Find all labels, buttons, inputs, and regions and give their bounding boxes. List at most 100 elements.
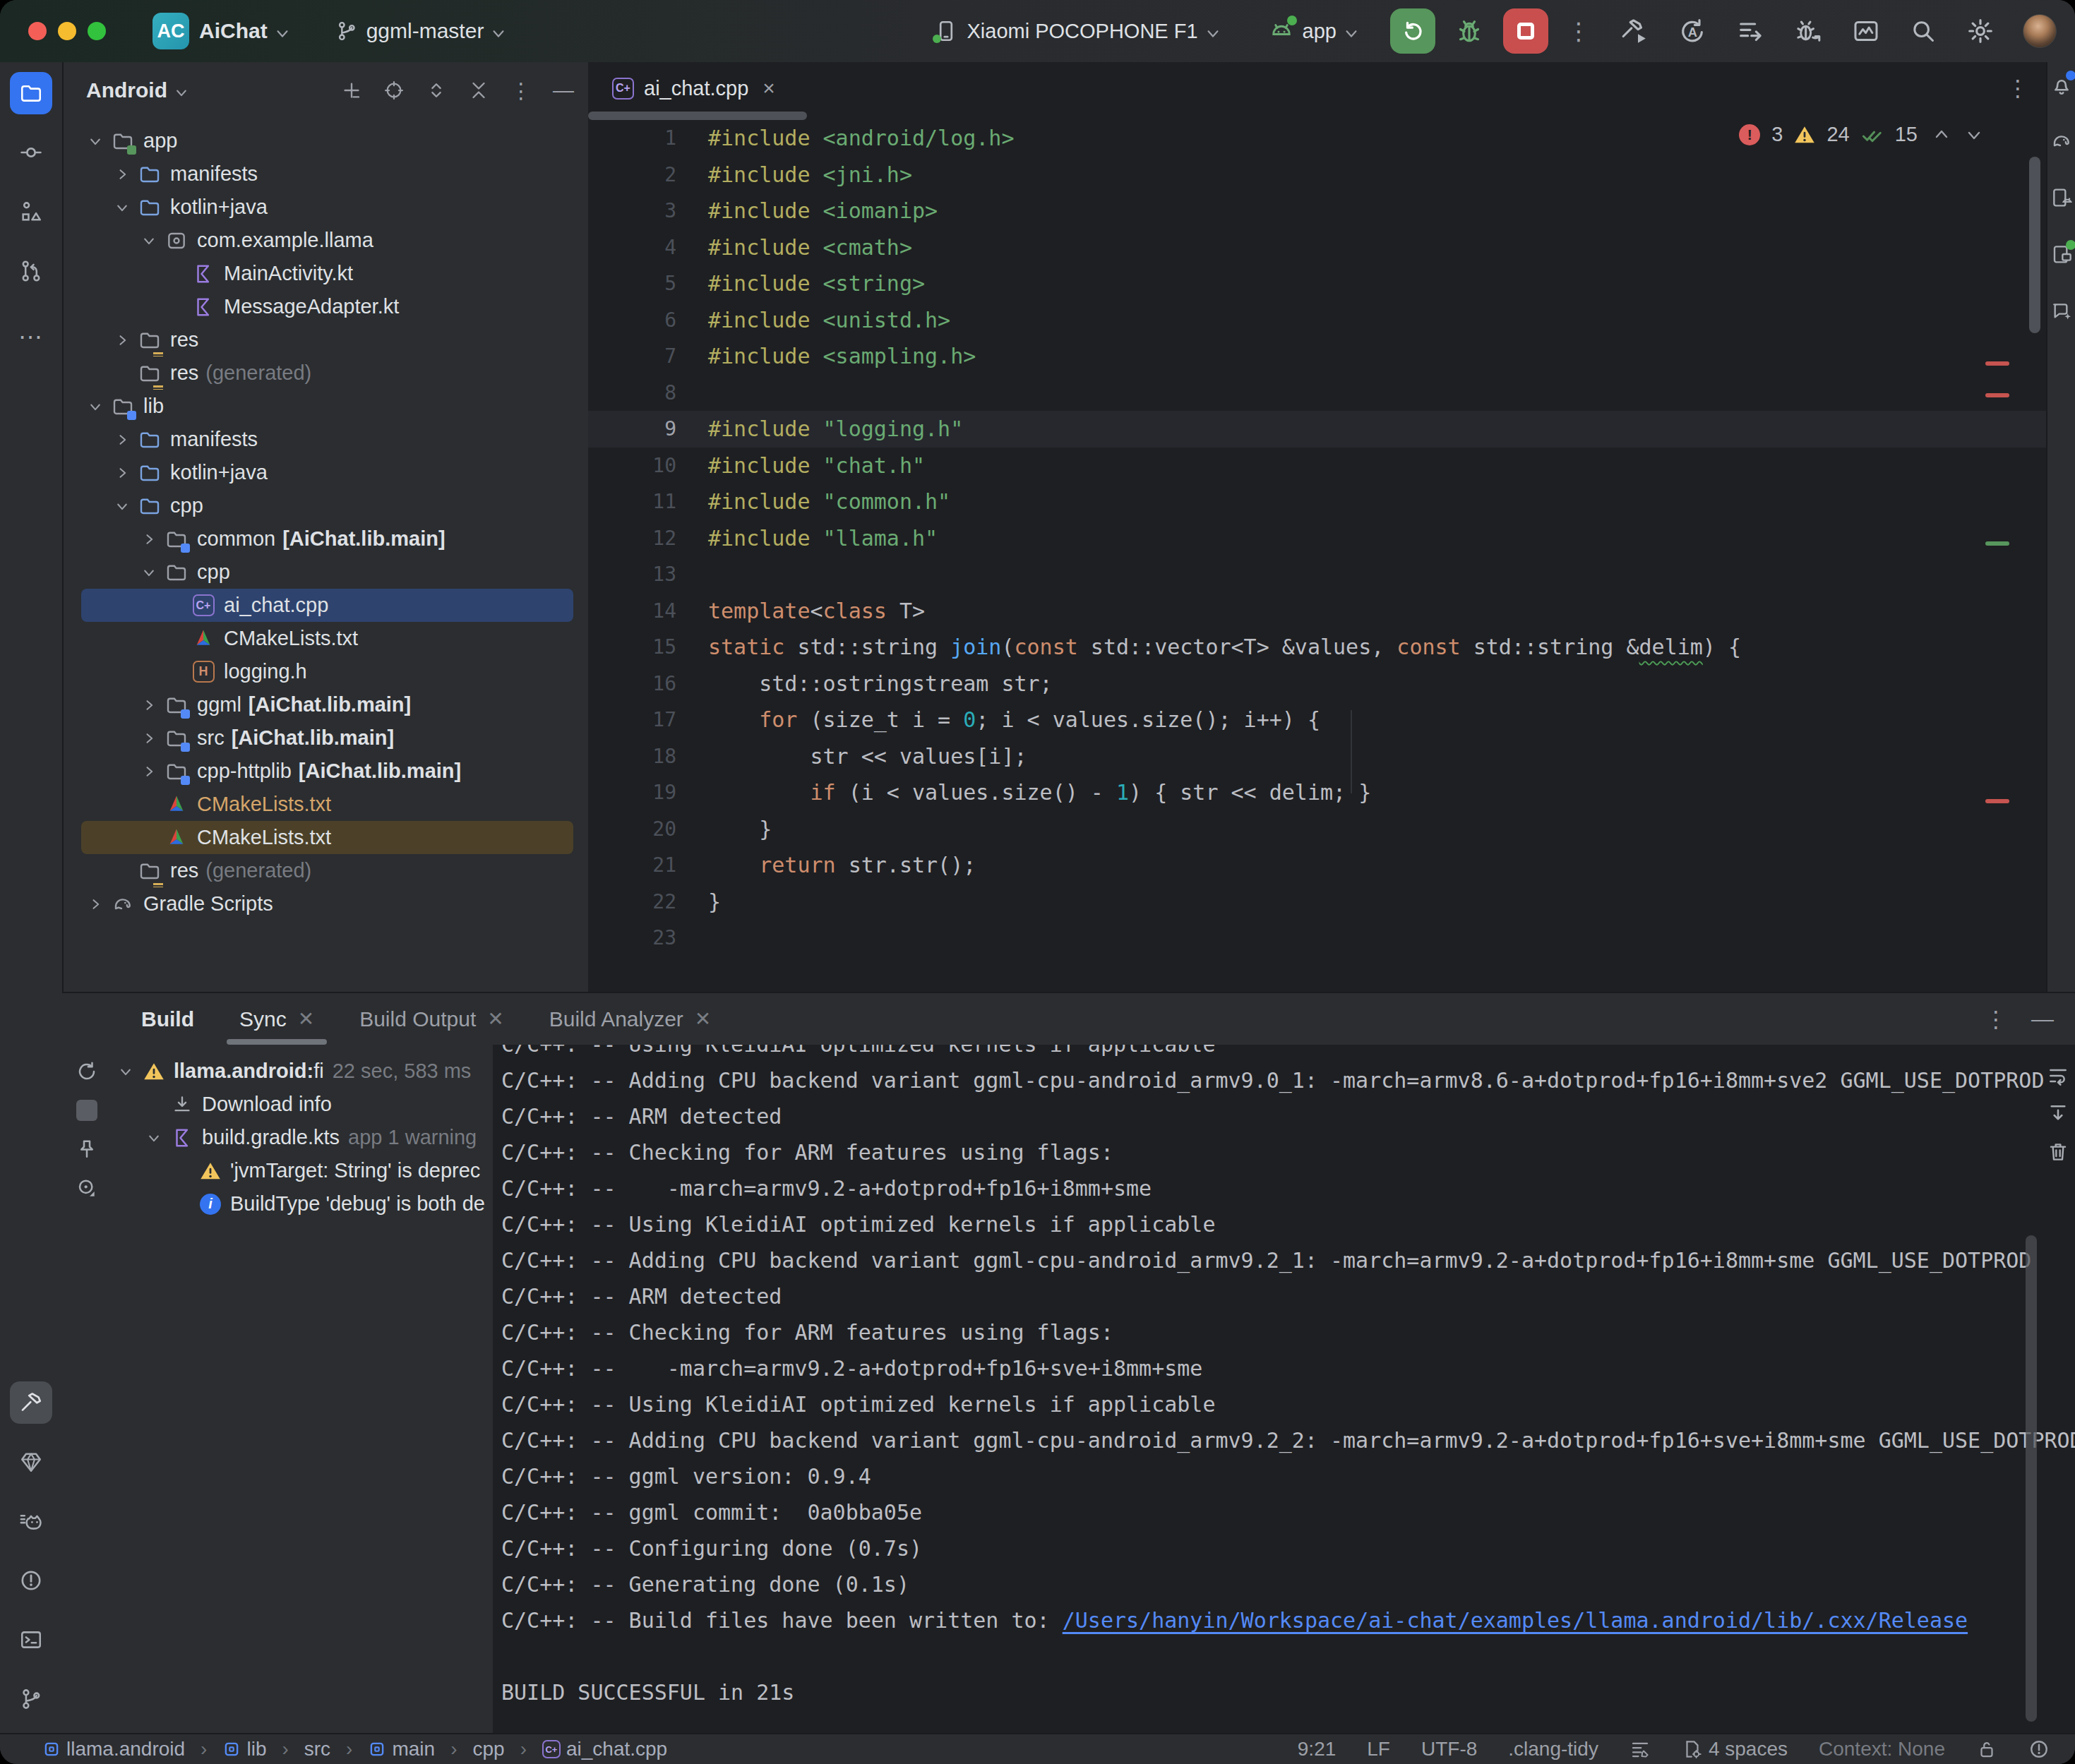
- chevron-collapsed-icon[interactable]: [136, 764, 162, 779]
- chevron-expanded-icon[interactable]: [109, 499, 136, 513]
- prev-problem-icon[interactable]: [1933, 126, 1950, 143]
- locate-file-icon[interactable]: [383, 80, 405, 101]
- breadcrumb-item[interactable]: main: [368, 1738, 435, 1760]
- build-window-title[interactable]: Build: [141, 1007, 194, 1031]
- soft-wrap-icon[interactable]: [2047, 1064, 2069, 1087]
- hide-panel-icon[interactable]: —: [553, 78, 574, 102]
- clear-console-icon[interactable]: [2047, 1141, 2069, 1163]
- running-devices-tool-button[interactable]: [2050, 243, 2073, 265]
- close-tab-icon[interactable]: ×: [763, 76, 775, 100]
- next-problem-icon[interactable]: [1966, 126, 1983, 143]
- stop-sync-icon[interactable]: [76, 1100, 97, 1121]
- profiler-icon[interactable]: [1852, 17, 1880, 45]
- build-tree-item[interactable]: iBuildType 'debug' is both de: [112, 1187, 493, 1220]
- breadcrumb-item[interactable]: C+ai_chat.cpp: [542, 1738, 667, 1760]
- tree-item-res[interactable]: res: [81, 323, 573, 356]
- build-tree-item[interactable]: build.gradle.ktsapp 1 warning: [112, 1121, 493, 1154]
- editor-tab[interactable]: C+ ai_chat.cpp ×: [605, 76, 782, 100]
- zoom-window-button[interactable]: [88, 22, 106, 40]
- tree-item-logging-h[interactable]: Hlogging.h: [81, 655, 573, 688]
- tab-build-analyzer[interactable]: Build Analyzer✕: [549, 993, 712, 1045]
- pin-icon[interactable]: [76, 1138, 98, 1160]
- console-link[interactable]: /Users/hanyin/Workspace/ai-chat/examples…: [1063, 1608, 1968, 1633]
- tree-item-manifests[interactable]: manifests: [81, 157, 573, 191]
- vcs-branch-widget[interactable]: ggml-master: [335, 19, 513, 43]
- more-run-options-icon[interactable]: ⋮: [1567, 17, 1591, 45]
- expand-all-icon[interactable]: [426, 80, 447, 101]
- tree-item-ggml[interactable]: ggml [AiChat.lib.main]: [81, 688, 573, 721]
- tree-item-cmakelists-txt[interactable]: CMakeLists.txt: [81, 821, 573, 854]
- lock-icon[interactable]: [1976, 1739, 1997, 1760]
- tree-item-ai-chat-cpp[interactable]: C+ai_chat.cpp: [81, 589, 573, 622]
- chevron-expanded-icon[interactable]: [82, 134, 109, 148]
- tree-item-lib[interactable]: lib: [81, 390, 573, 423]
- chevron-expanded-icon[interactable]: [109, 200, 136, 215]
- resync-icon[interactable]: [76, 1060, 98, 1083]
- breadcrumb-item[interactable]: llama.android: [42, 1738, 185, 1760]
- encoding[interactable]: UTF-8: [1421, 1738, 1477, 1760]
- project-view-selector[interactable]: Android: [86, 78, 167, 102]
- collapse-all-icon[interactable]: [468, 80, 489, 101]
- build-options-icon[interactable]: ⋮: [1985, 1006, 2007, 1033]
- device-manager-tool-button[interactable]: [2050, 186, 2073, 209]
- breadcrumb-item[interactable]: src: [304, 1738, 330, 1760]
- debug-button[interactable]: [1455, 17, 1483, 45]
- alert-icon[interactable]: [2028, 1739, 2050, 1760]
- close-tab-icon[interactable]: ✕: [695, 1007, 711, 1031]
- chevron-collapsed-icon[interactable]: [82, 897, 109, 911]
- chevron-collapsed-icon[interactable]: [109, 167, 136, 181]
- tree-item-cmakelists-txt[interactable]: CMakeLists.txt: [81, 622, 573, 655]
- problems-tool-button[interactable]: [10, 1559, 52, 1602]
- tree-item-cpp-httplib[interactable]: cpp-httplib [AiChat.lib.main]: [81, 755, 573, 788]
- build-tree-item[interactable]: 'jvmTarget: String' is deprec: [112, 1154, 493, 1187]
- breadcrumb-item[interactable]: cpp: [472, 1738, 504, 1760]
- search-everywhere-icon[interactable]: [1910, 18, 1937, 44]
- project-name[interactable]: AiChat: [199, 19, 268, 43]
- clang-tidy[interactable]: .clang-tidy: [1508, 1738, 1598, 1760]
- tree-item-cpp[interactable]: cpp: [81, 489, 573, 522]
- editor-scrollbar[interactable]: [2029, 157, 2040, 333]
- build-tree-item[interactable]: Download info: [112, 1088, 493, 1121]
- build-tree-item[interactable]: llama.android: fi22 sec, 583 ms: [112, 1055, 493, 1088]
- chevron-expanded-icon[interactable]: [136, 565, 162, 580]
- gradle-tool-button[interactable]: [2050, 130, 2073, 152]
- sync-project-icon[interactable]: [1678, 17, 1706, 45]
- close-tab-icon[interactable]: ✕: [298, 1007, 314, 1031]
- chevron-collapsed-icon[interactable]: [136, 532, 162, 546]
- tree-item-kotlin-java[interactable]: kotlin+java: [81, 456, 573, 489]
- error-stripe-mark[interactable]: [1985, 361, 2009, 366]
- close-tab-icon[interactable]: ✕: [487, 1007, 503, 1031]
- tree-item-common[interactable]: common [AiChat.lib.main]: [81, 522, 573, 556]
- project-options-icon[interactable]: ⋮: [510, 78, 532, 103]
- tab-build-output[interactable]: Build Output✕: [359, 993, 504, 1045]
- scroll-to-end-icon[interactable]: [2047, 1103, 2069, 1125]
- pull-requests-tool-button[interactable]: [10, 250, 52, 292]
- user-avatar[interactable]: [2023, 14, 2057, 48]
- code-editor[interactable]: 1#include <android/log.h>2#include <jni.…: [588, 114, 2046, 992]
- tree-item-res[interactable]: res (generated): [81, 356, 573, 390]
- stop-button[interactable]: [1503, 8, 1548, 54]
- structure-tool-button[interactable]: [10, 191, 52, 233]
- chevron-collapsed-icon[interactable]: [109, 466, 136, 480]
- terminal-tool-button[interactable]: [10, 1619, 52, 1661]
- project-tool-button[interactable]: [10, 72, 52, 114]
- tree-item-cpp[interactable]: cpp: [81, 556, 573, 589]
- tab-sync[interactable]: Sync✕: [239, 993, 314, 1045]
- chevron-collapsed-icon[interactable]: [109, 433, 136, 447]
- console-scrollbar[interactable]: [2026, 1235, 2037, 1722]
- tree-item-gradle-scripts[interactable]: Gradle Scripts: [81, 887, 573, 920]
- minimize-window-button[interactable]: [58, 22, 76, 40]
- tree-item-manifests[interactable]: manifests: [81, 423, 573, 456]
- close-window-button[interactable]: [28, 22, 47, 40]
- device-selector[interactable]: Xiaomi POCOPHONE F1: [934, 19, 1226, 43]
- hide-build-panel-icon[interactable]: —: [2031, 1006, 2054, 1032]
- apply-changes-icon[interactable]: [1736, 17, 1764, 45]
- error-stripe-mark[interactable]: [1985, 799, 2009, 803]
- breadcrumb-item[interactable]: lib: [222, 1738, 266, 1760]
- line-ending[interactable]: LF: [1367, 1738, 1390, 1760]
- add-icon[interactable]: [341, 80, 362, 101]
- build-icon[interactable]: [1620, 17, 1649, 45]
- app-quality-insights-tool-button[interactable]: [10, 1441, 52, 1483]
- tree-item-kotlin-java[interactable]: kotlin+java: [81, 191, 573, 224]
- ok-stripe-mark[interactable]: [1985, 541, 2009, 546]
